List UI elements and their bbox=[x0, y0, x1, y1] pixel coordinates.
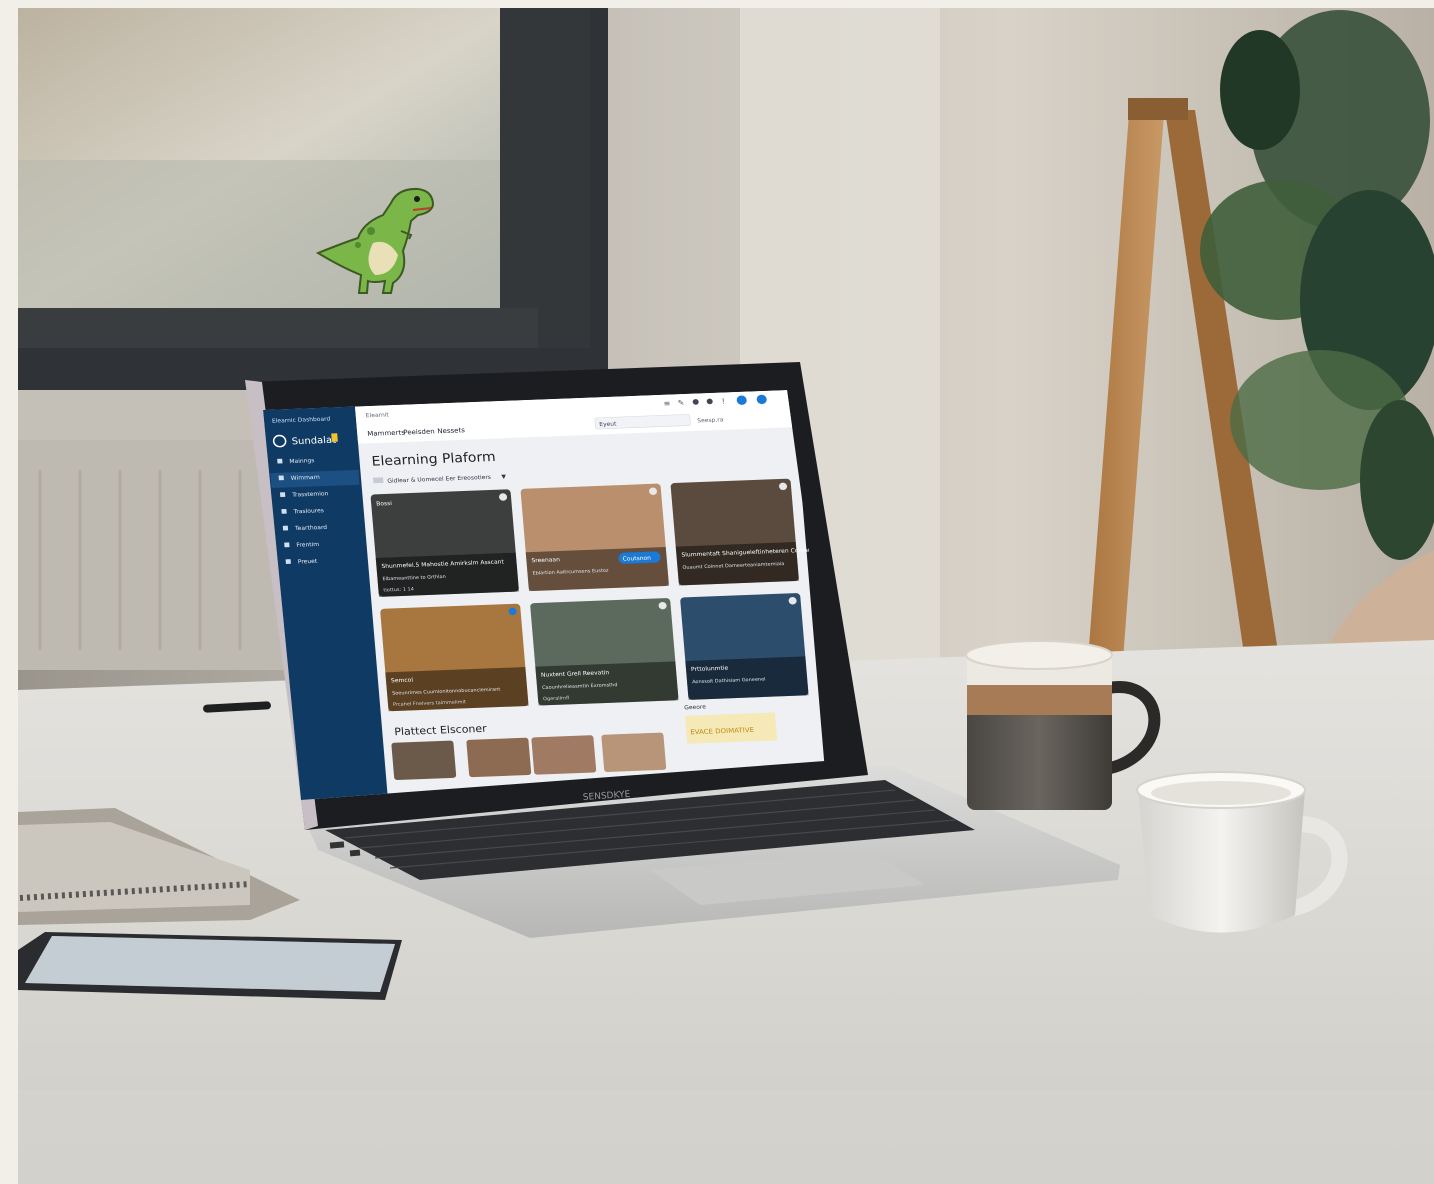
edit-icon[interactable]: ✎ bbox=[677, 398, 684, 407]
playlist-thumbnail[interactable] bbox=[601, 732, 667, 773]
search-placeholder: Seesp.ra bbox=[697, 418, 724, 425]
smartphone bbox=[18, 932, 402, 1000]
sidebar-item-6[interactable]: Frentim bbox=[296, 542, 320, 549]
laptop-screen: Elearnic Dashboard Sundalat MainngsWimma… bbox=[263, 390, 826, 800]
course-card-1[interactable]: BossiShunmefel.5 Mahostie Amirkslm Assca… bbox=[370, 489, 519, 597]
photo-scene: SENSDKYE Elearnic Dashboard Sundalat Mai… bbox=[0, 0, 1434, 1184]
course-card-6[interactable]: PrttolunmtieAonssolt Dathisiam Goneenel bbox=[680, 593, 809, 700]
promo-label: Geeore bbox=[684, 705, 707, 712]
bookmark-icon bbox=[282, 525, 289, 531]
playlist-thumbnail[interactable] bbox=[391, 740, 457, 781]
sidebar-item-7[interactable]: Preuet bbox=[298, 559, 319, 566]
book-icon bbox=[278, 475, 284, 481]
sidebar-item-2[interactable]: Wimmarn bbox=[291, 475, 321, 482]
tab-2[interactable]: Peeisden bbox=[403, 428, 435, 437]
breadcrumb[interactable]: Elearnit bbox=[366, 413, 390, 420]
course-card-4[interactable]: SemcolSoeunrimes Cuumionitonnobucanclemi… bbox=[380, 603, 529, 712]
card-title: Semcol bbox=[391, 678, 414, 685]
course-card-5[interactable]: Nuxtent Grell ReevatinCaounhrelieasmtin … bbox=[530, 598, 679, 706]
card-meta: tlottus: 1 14 bbox=[383, 587, 414, 594]
brand-badge-icon bbox=[331, 433, 338, 442]
search-label: Eyeut bbox=[599, 422, 617, 428]
menu-icon[interactable]: ≡ bbox=[663, 399, 670, 408]
filter-icon bbox=[373, 477, 384, 484]
sidebar-item-1[interactable]: Mainngs bbox=[289, 458, 315, 465]
sidebar-item-4[interactable]: Trasloures bbox=[292, 508, 324, 515]
sidebar-brand[interactable]: Sundalat bbox=[291, 435, 336, 447]
user-icon bbox=[284, 542, 290, 548]
playlist-thumbnail[interactable] bbox=[466, 737, 532, 778]
card-badge: Bossi bbox=[376, 501, 393, 507]
tab-3[interactable]: Nessets bbox=[437, 426, 466, 435]
enroll-button-label: Coutsnon bbox=[622, 556, 651, 563]
tab-1[interactable]: Mammerts bbox=[367, 429, 406, 438]
file-icon bbox=[279, 492, 286, 498]
card-title: Sreenaan bbox=[531, 557, 560, 564]
card-meta: Ogerallrnfl bbox=[543, 695, 570, 702]
globe-icon bbox=[285, 559, 291, 565]
home-icon bbox=[277, 458, 283, 464]
playlist-thumbnail[interactable] bbox=[531, 735, 597, 775]
scene-svg: SENSDKYE Elearnic Dashboard Sundalat Mai… bbox=[0, 0, 1434, 1184]
course-card-2[interactable]: SreenaanEblartion Aaitrcumsens EustozCou… bbox=[520, 483, 669, 592]
gear-icon bbox=[281, 508, 287, 514]
